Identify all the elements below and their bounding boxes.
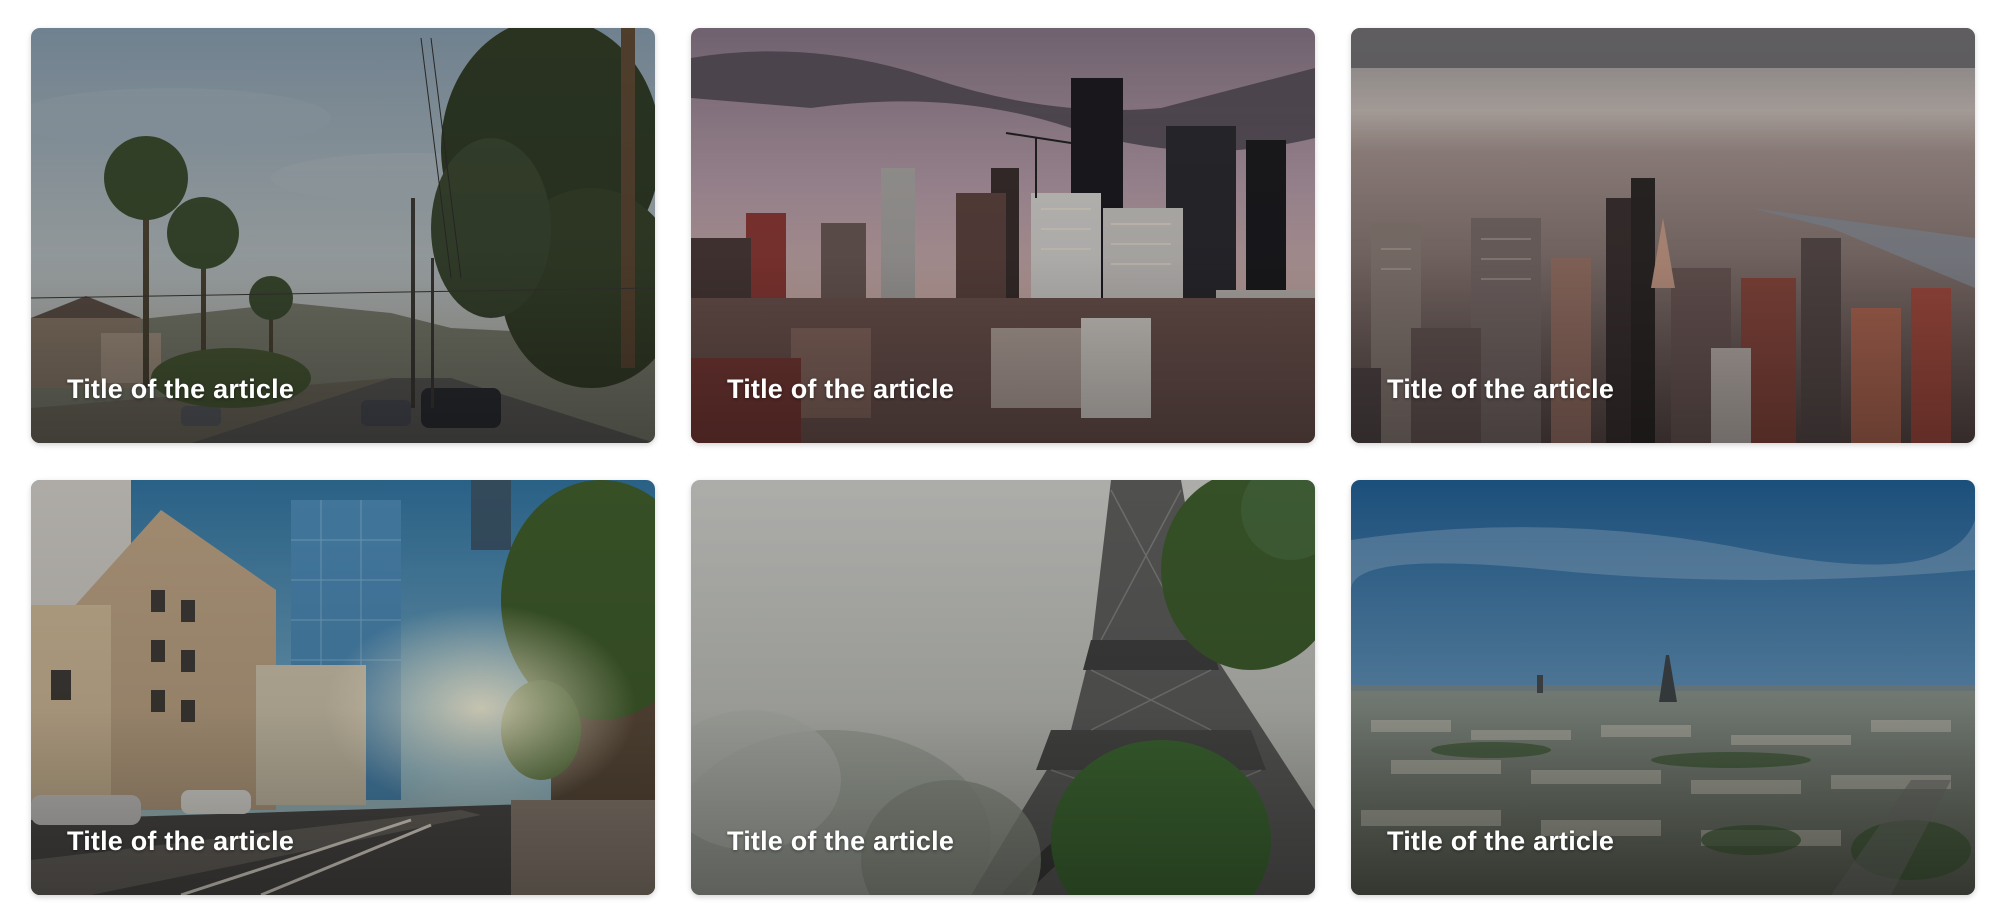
article-card[interactable]: Title of the article xyxy=(691,28,1315,443)
article-card[interactable]: Title of the article xyxy=(1351,480,1975,895)
article-grid: Title of the article Title of the articl… xyxy=(31,28,1975,895)
article-title[interactable]: Title of the article xyxy=(1387,374,1614,405)
article-card[interactable]: Title of the article xyxy=(691,480,1315,895)
article-card[interactable]: Title of the article xyxy=(31,28,655,443)
article-card[interactable]: Title of the article xyxy=(31,480,655,895)
article-title[interactable]: Title of the article xyxy=(67,374,294,405)
article-title[interactable]: Title of the article xyxy=(727,374,954,405)
article-title[interactable]: Title of the article xyxy=(67,826,294,857)
article-card[interactable]: Title of the article xyxy=(1351,28,1975,443)
article-title[interactable]: Title of the article xyxy=(1387,826,1614,857)
article-title[interactable]: Title of the article xyxy=(727,826,954,857)
